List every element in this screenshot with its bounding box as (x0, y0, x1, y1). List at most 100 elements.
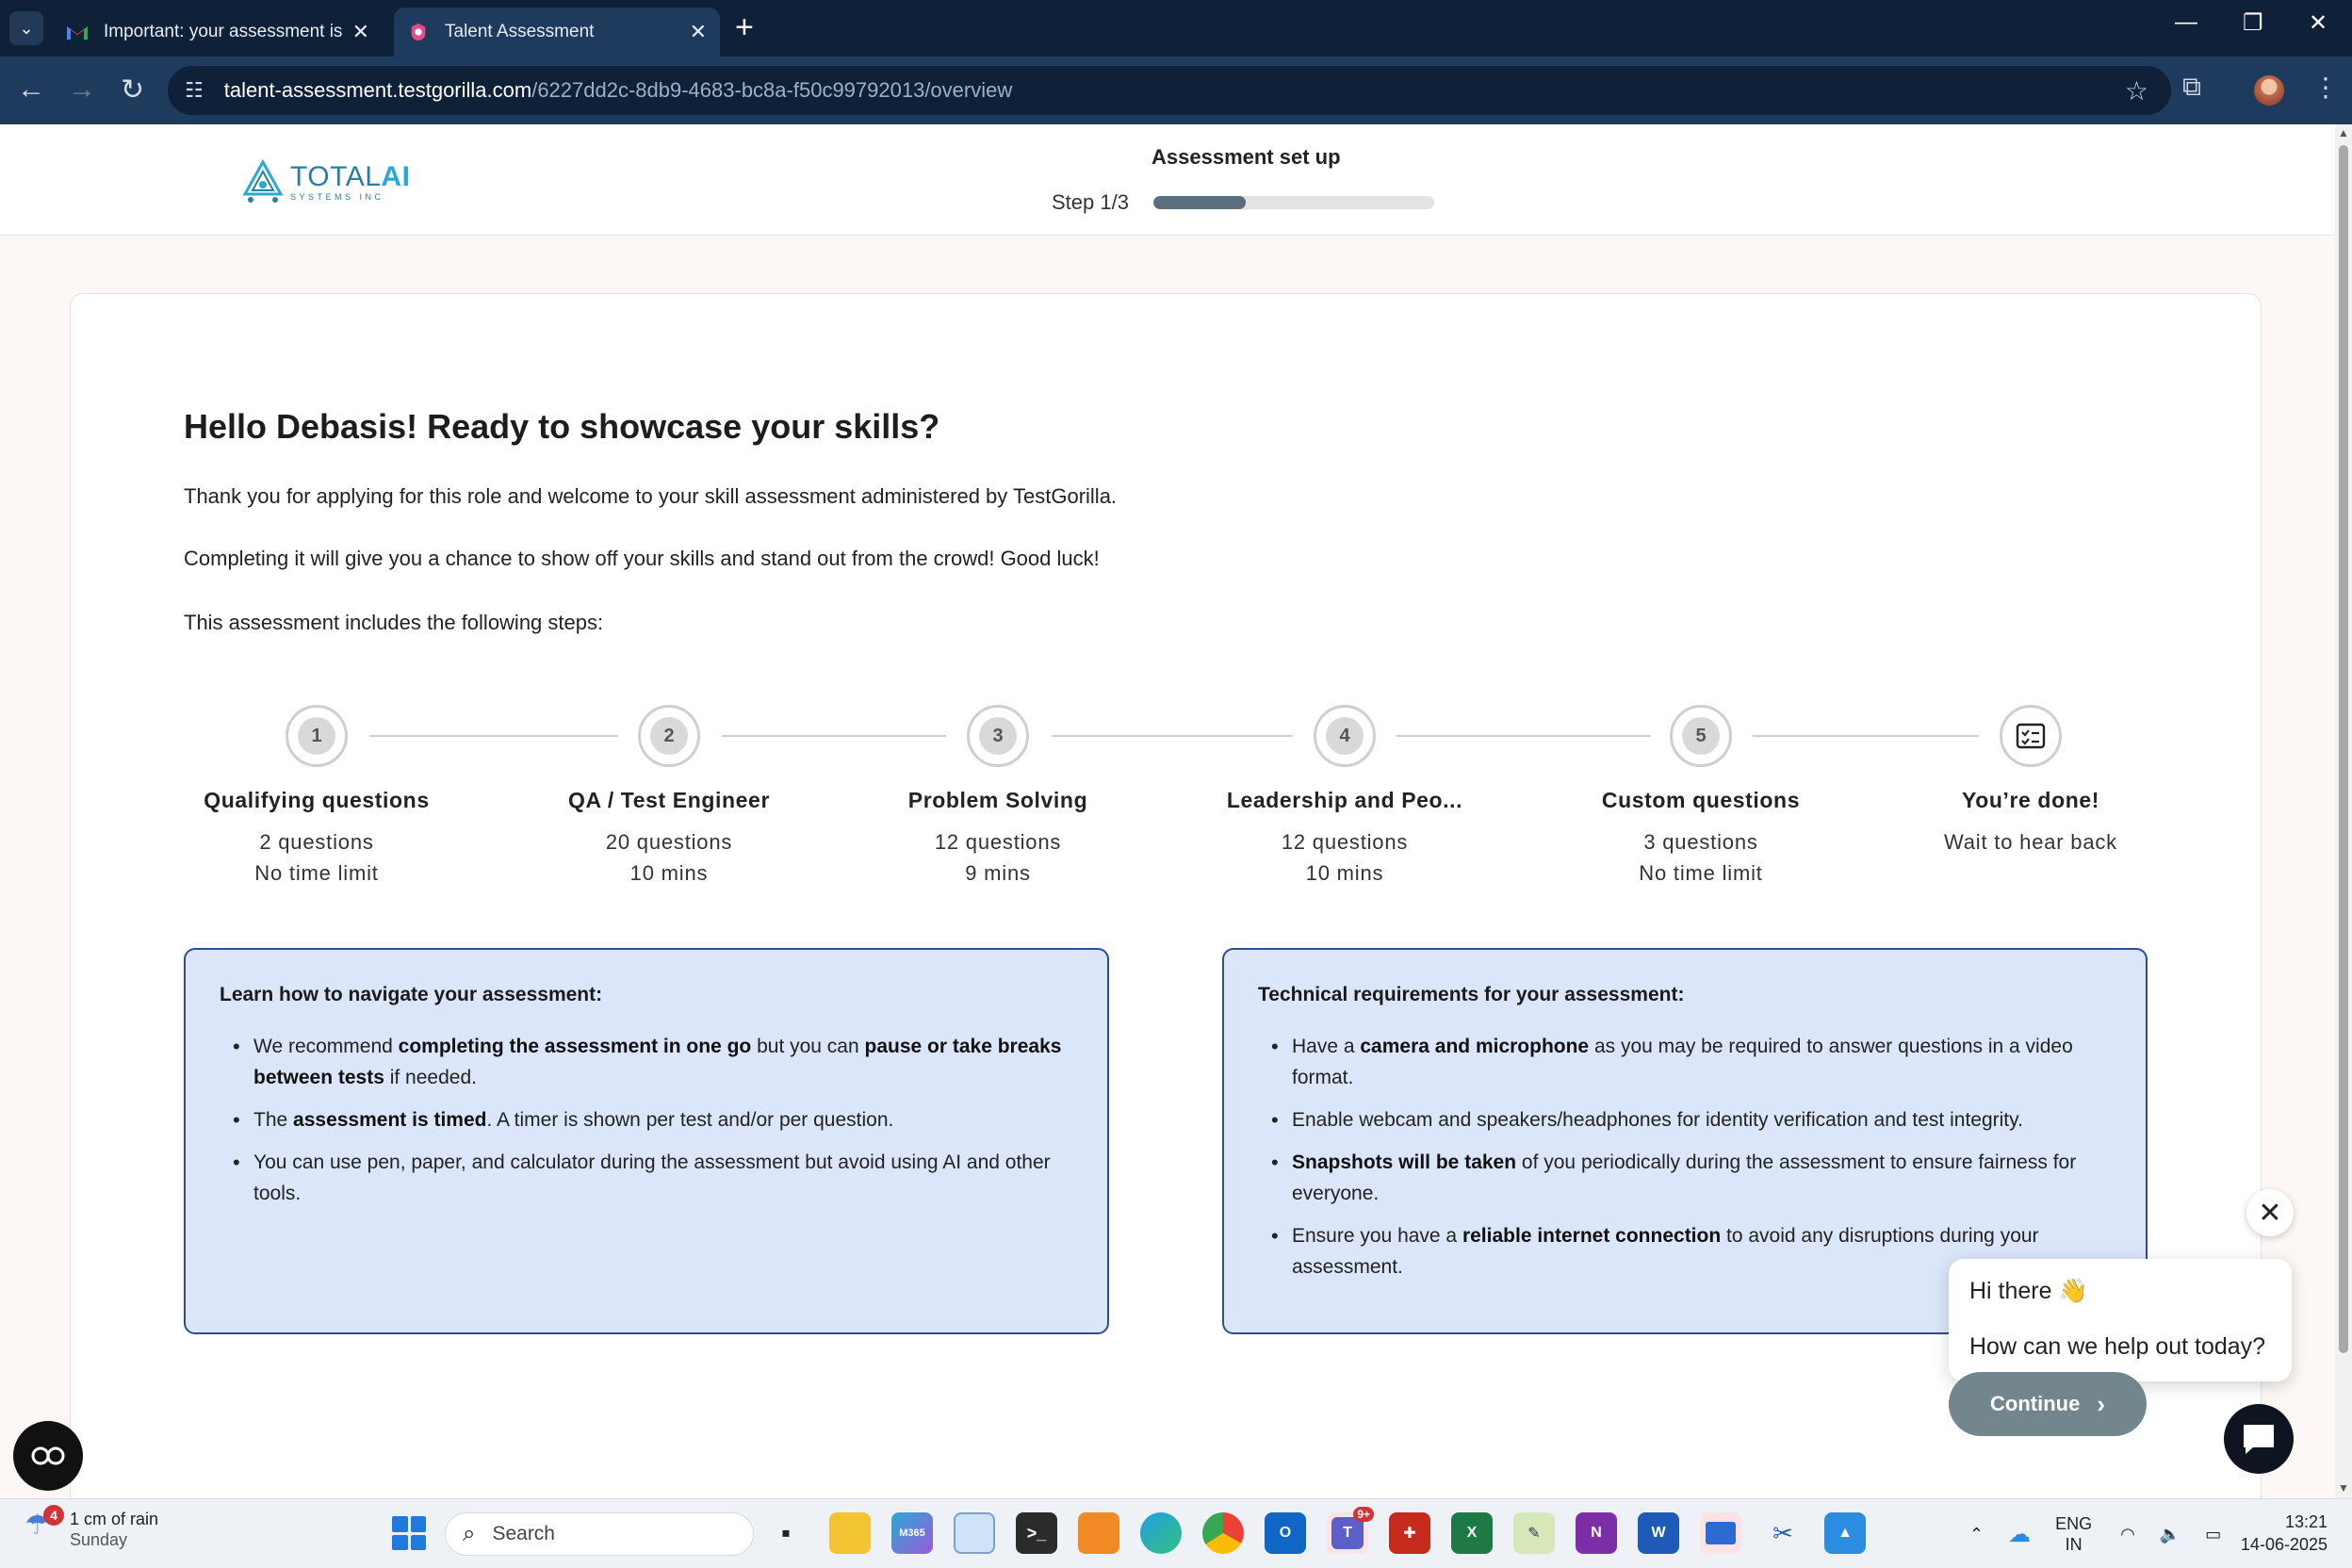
weather-widget[interactable]: ☂ 4 1 cm of rain Sunday (24, 1505, 158, 1550)
tab-talent-assessment[interactable]: Talent Assessment ✕ (394, 8, 720, 57)
teams-badge: 9+ (1353, 1507, 1374, 1522)
outlook-icon[interactable]: O (1265, 1512, 1306, 1554)
continue-label: Continue (1990, 1392, 2081, 1415)
system-clock[interactable]: 13:21 14-06-2025 (2233, 1511, 2328, 1556)
new-tab-icon[interactable]: + (735, 9, 754, 46)
tab-gmail[interactable]: Important: your assessment is w ✕ (53, 8, 383, 57)
step-qa-test-engineer: 2 QA / Test Engineer 20 questions 10 mins (499, 705, 839, 889)
app-orange-icon[interactable] (1078, 1512, 1119, 1554)
page-scrollbar[interactable]: ▲ ▼ (2335, 124, 2352, 1498)
step-circle: 4 (1314, 705, 1376, 767)
continue-button[interactable]: Continue › (1949, 1372, 2147, 1436)
close-tab-icon[interactable]: ✕ (352, 20, 369, 44)
step-name: Custom questions (1601, 788, 1801, 812)
system-tray: ⌃ ☁ ENG IN ◠ 🔈 ▭ (1969, 1499, 2246, 1568)
step-name: Leadership and Peo... (1226, 788, 1463, 812)
address-bar[interactable]: ☷ talent-assessment.testgorilla.com/6227… (168, 66, 2171, 115)
restore-icon[interactable]: ❐ (2243, 9, 2263, 37)
step-leadership: 4 Leadership and Peo... 12 questions 10 m… (1175, 705, 1514, 889)
word-icon[interactable]: W (1638, 1512, 1679, 1554)
onedrive-icon[interactable]: ☁ (2008, 1521, 2031, 1548)
bookmark-star-icon[interactable]: ☆ (2125, 75, 2148, 106)
task-view-icon[interactable]: ▪ (765, 1512, 807, 1554)
search-icon: ⌕ (463, 1521, 476, 1546)
close-chat-icon[interactable]: ✕ (2246, 1189, 2294, 1236)
taskbar-search[interactable]: ⌕ Search (445, 1512, 754, 1556)
reload-icon[interactable]: ↻ (121, 74, 144, 106)
scroll-up-icon[interactable]: ▲ (2338, 126, 2349, 139)
file-explorer-icon[interactable] (829, 1512, 871, 1554)
navigation-info-title: Learn how to navigate your assessment: (220, 984, 603, 1005)
minimize-icon[interactable]: — (2175, 9, 2197, 36)
extensions-icon[interactable]: ⧉ (2182, 72, 2201, 103)
intro-text-2: Completing it will give you a chance to … (184, 547, 1100, 570)
step-circle: 5 (1670, 705, 1732, 767)
requirement-item: Enable webcam and speakers/headphones fo… (1258, 1104, 2112, 1135)
url-path: /6227dd2c-8db9-4683-bc8a-f50c99792013/ov… (531, 78, 1013, 102)
photos-icon[interactable]: ▲ (1824, 1512, 1866, 1554)
step-number: 2 (650, 717, 688, 755)
close-window-icon[interactable]: ✕ (2309, 9, 2328, 37)
step-duration: No time limit (1639, 861, 1763, 885)
chat-greeting: Hi there 👋 (1969, 1278, 2088, 1304)
navigation-tip: The assessment is timed. A timer is show… (220, 1104, 1073, 1135)
chevron-right-icon: › (2097, 1389, 2105, 1418)
browser-tab-bar: ⌄ Important: your assessment is w ✕ Tale… (0, 0, 2352, 57)
language-indicator[interactable]: ENG IN (2055, 1513, 2092, 1555)
step-question-count: 3 questions (1643, 830, 1758, 854)
teams-icon[interactable]: T 9+ (1327, 1507, 1374, 1554)
onenote-icon[interactable]: N (1576, 1512, 1617, 1554)
chat-question: How can we help out today? (1969, 1333, 2266, 1360)
step-question-count: 20 questions (605, 830, 733, 854)
chrome-icon[interactable] (1202, 1512, 1244, 1554)
navigation-info-box: Learn how to navigate your assessment: W… (184, 948, 1109, 1334)
step-name: Problem Solving (907, 788, 1088, 812)
chat-launcher-icon[interactable] (2224, 1404, 2294, 1474)
windows-start-icon[interactable] (392, 1516, 426, 1550)
menu-kebab-icon[interactable]: ⋮ (2312, 72, 2339, 103)
step-question-count: 12 questions (934, 830, 1062, 854)
step-custom-questions: 5 Custom questions 3 questions No time li… (1531, 705, 1870, 889)
scroll-thumb[interactable] (2339, 145, 2348, 1353)
clock-date: 14-06-2025 (2240, 1535, 2328, 1554)
chevron-up-icon[interactable]: ⌃ (1969, 1525, 1984, 1544)
intro-text-1: Thank you for applying for this role and… (184, 484, 1118, 508)
step-duration: 10 mins (1305, 861, 1384, 885)
volume-icon[interactable]: 🔈 (2160, 1525, 2180, 1544)
step-question-count: 2 questions (259, 830, 374, 854)
profile-avatar[interactable] (2254, 75, 2284, 106)
windows-taskbar: ☂ 4 1 cm of rain Sunday ⌕ Search ▪ M365 >_… (0, 1498, 2352, 1568)
security-app-icon[interactable]: ✚ (1389, 1512, 1430, 1554)
testgorilla-icon (411, 23, 426, 41)
accessibility-icon[interactable] (13, 1421, 83, 1491)
wifi-icon[interactable]: ◠ (2120, 1525, 2135, 1544)
m365-icon[interactable]: M365 (891, 1512, 933, 1554)
excel-icon[interactable]: X (1451, 1512, 1493, 1554)
step-number: 4 (1326, 717, 1364, 755)
url-host: talent-assessment.testgorilla.com (223, 78, 532, 102)
terminal-icon[interactable]: >_ (1016, 1512, 1057, 1554)
scroll-down-icon[interactable]: ▼ (2338, 1481, 2349, 1494)
step-label: Step 1/3 (1052, 190, 1129, 214)
logo-sub: SYSTEMS INC (290, 191, 384, 202)
step-number: 1 (298, 717, 335, 755)
battery-icon[interactable]: ▭ (2205, 1525, 2221, 1544)
tab-search-dropdown-icon[interactable]: ⌄ (9, 11, 43, 45)
paint-app-icon[interactable]: ✎ (1513, 1512, 1555, 1554)
chat-greeting-bubble[interactable]: Hi there 👋 How can we help out today? (1949, 1259, 2292, 1381)
forward-icon[interactable]: → (68, 74, 96, 106)
snipping-tool-icon[interactable]: ✂ (1762, 1512, 1804, 1554)
remote-desktop-icon[interactable] (1700, 1512, 1741, 1554)
requirement-item: Snapshots will be taken of you periodica… (1258, 1147, 2112, 1209)
tab-title: Important: your assessment is w (104, 22, 343, 41)
navigation-tip: We recommend completing the assessment i… (220, 1031, 1073, 1093)
logo-mark-icon (242, 158, 284, 203)
checklist-icon (2012, 717, 2050, 755)
requirement-item: Have a camera and microphone as you may … (1258, 1031, 2112, 1093)
edge-icon[interactable] (1140, 1512, 1182, 1554)
close-tab-icon[interactable]: ✕ (690, 20, 707, 44)
back-icon[interactable]: ← (17, 74, 45, 106)
page-title: Hello Debasis! Ready to showcase your sk… (184, 407, 940, 446)
window-app-icon[interactable] (954, 1512, 995, 1554)
site-info-icon[interactable]: ☷ (185, 78, 204, 103)
